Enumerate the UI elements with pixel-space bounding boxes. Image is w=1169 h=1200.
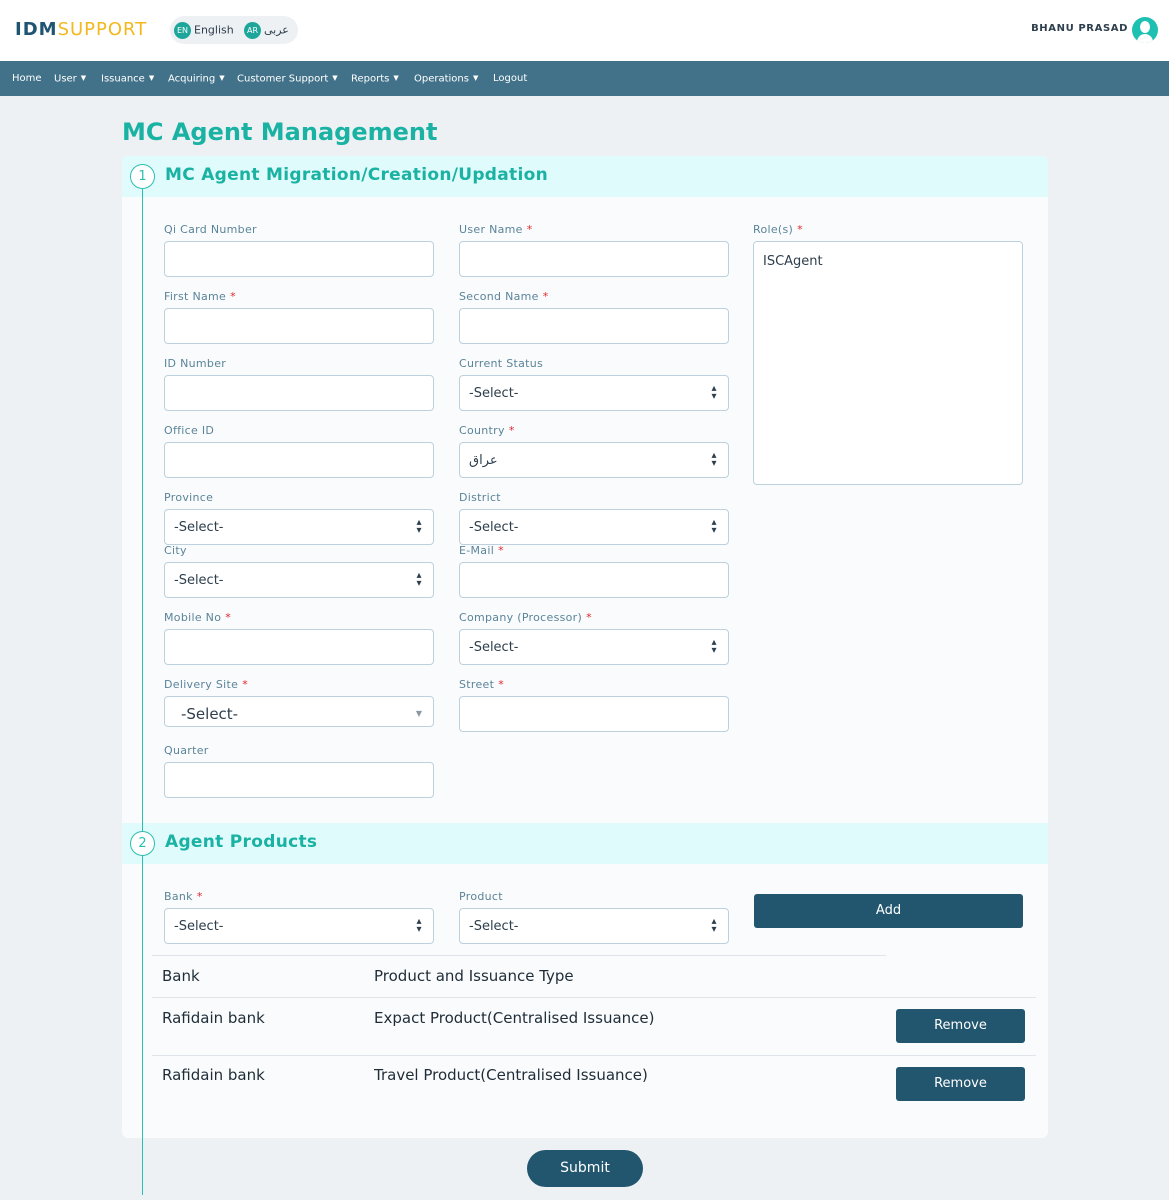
province-select[interactable]: -Select- ▴ ▾	[164, 509, 434, 545]
office-id-label: Office ID	[164, 424, 215, 437]
office-id-input[interactable]	[164, 442, 434, 478]
step-number-2: 2	[130, 831, 155, 856]
first-name-label: First Name *	[164, 290, 236, 303]
nav-issuance[interactable]: Issuance ▼	[101, 72, 154, 86]
qi-card-number-label: Qi Card Number	[164, 223, 257, 236]
nav-acquiring[interactable]: Acquiring ▼	[168, 72, 225, 86]
nav-user[interactable]: User ▼	[54, 72, 86, 86]
province-label: Province	[164, 491, 214, 504]
user-name-input[interactable]	[459, 241, 729, 277]
remove-product-button[interactable]: Remove	[896, 1067, 1025, 1101]
select-arrows-icon: ▴ ▾	[711, 517, 717, 536]
main-navigation: Home User ▼ Issuance ▼ Acquiring ▼ Customer…	[0, 61, 1169, 96]
id-number-label: ID Number	[164, 357, 227, 370]
second-name-label: Second Name *	[459, 290, 549, 303]
remove-product-button[interactable]: Remove	[896, 1009, 1025, 1043]
delivery-site-select[interactable]: -Select- ▼	[164, 696, 434, 727]
first-name-input[interactable]	[164, 308, 434, 344]
table-row-2-bank: Rafidain bank	[162, 1066, 265, 1084]
select-arrows-icon: ▴ ▾	[711, 637, 717, 656]
language-arabic-option[interactable]: AR عربى	[244, 22, 289, 39]
country-label: Country *	[459, 424, 515, 437]
table-row-2-product: Travel Product(Centralised Issuance)	[374, 1066, 648, 1084]
email-field[interactable]	[459, 562, 729, 598]
step-timeline-line	[142, 175, 143, 1195]
district-label: District	[459, 491, 501, 504]
company-processor-select[interactable]: -Select- ▴ ▾	[459, 629, 729, 665]
table-row-1-bank: Rafidain bank	[162, 1009, 265, 1027]
select-arrows-icon: ▴ ▾	[416, 916, 422, 935]
language-switcher: EN English AR عربى	[170, 16, 298, 44]
language-ar-badge: AR	[244, 22, 261, 39]
language-en-label: English	[194, 23, 234, 37]
app-logo[interactable]: IDMSUPPORT	[15, 20, 147, 40]
nav-customer-support[interactable]: Customer Support ▼	[237, 72, 338, 86]
table-row-1-product: Expact Product(Centralised Issuance)	[374, 1009, 655, 1027]
language-english-option[interactable]: EN English	[174, 22, 234, 39]
table-header-bank: Bank	[162, 967, 200, 985]
role-option-iscagent[interactable]: ISCAgent	[763, 254, 823, 269]
mobile-no-label: Mobile No *	[164, 611, 232, 624]
delivery-site-label: Delivery Site *	[164, 678, 248, 691]
step-number-1: 1	[130, 164, 155, 189]
quarter-input[interactable]	[164, 762, 434, 798]
user-avatar-icon[interactable]	[1132, 17, 1158, 43]
select-arrows-icon: ▴ ▾	[416, 570, 422, 589]
product-label: Product	[459, 890, 503, 903]
bank-select[interactable]: -Select- ▴ ▾	[164, 908, 434, 944]
id-number-input[interactable]	[164, 375, 434, 411]
table-header-product: Product and Issuance Type	[374, 967, 574, 985]
chevron-down-icon: ▼	[472, 74, 479, 82]
quarter-label: Quarter	[164, 744, 209, 757]
current-status-select[interactable]: -Select- ▴ ▾	[459, 375, 729, 411]
select-arrows-icon: ▴ ▾	[416, 517, 422, 536]
chevron-down-icon: ▼	[393, 74, 399, 82]
nav-reports[interactable]: Reports ▼	[351, 72, 399, 86]
select-arrows-icon: ▴ ▾	[711, 916, 717, 935]
table-header-divider	[152, 997, 1036, 998]
bank-label: Bank *	[164, 890, 203, 903]
email-label: E-Mail *	[459, 544, 504, 557]
current-status-label: Current Status	[459, 357, 544, 370]
nav-logout[interactable]: Logout	[493, 72, 527, 85]
select-arrows-icon: ▴ ▾	[711, 383, 717, 402]
second-name-input[interactable]	[459, 308, 729, 344]
company-processor-label: Company (Processor) *	[459, 611, 592, 624]
mobile-no-input[interactable]	[164, 629, 434, 665]
user-name[interactable]: BHANU PRASAD	[1031, 23, 1128, 34]
street-label: Street *	[459, 678, 505, 691]
language-en-badge: EN	[174, 22, 191, 39]
add-product-button[interactable]: Add	[754, 894, 1023, 928]
chevron-down-icon: ▼	[148, 74, 155, 82]
select-arrows-icon: ▴ ▾	[711, 450, 717, 469]
chevron-down-icon: ▼	[332, 74, 338, 82]
roles-label: Role(s) *	[753, 223, 803, 236]
city-select[interactable]: -Select- ▴ ▾	[164, 562, 434, 598]
chevron-down-icon: ▼	[219, 74, 225, 82]
roles-multiselect[interactable]: ISCAgent	[753, 241, 1023, 485]
district-select[interactable]: -Select- ▴ ▾	[459, 509, 729, 545]
qi-card-number-input[interactable]	[164, 241, 434, 277]
product-select[interactable]: -Select- ▴ ▾	[459, 908, 729, 944]
top-header: IDMSUPPORT EN English AR عربى BHANU PRASAD	[0, 0, 1169, 61]
nav-operations[interactable]: Operations ▼	[414, 72, 478, 86]
country-select[interactable]: عراق ▴ ▾	[459, 442, 729, 478]
language-ar-label: عربى	[264, 23, 289, 37]
table-top-divider	[152, 955, 886, 956]
page-title: MC Agent Management	[122, 118, 438, 146]
section-title-agent-details: MC Agent Migration/Creation/Updation	[165, 165, 548, 185]
section-title-agent-products: Agent Products	[165, 832, 318, 852]
nav-home[interactable]: Home	[12, 72, 42, 85]
city-label: City	[164, 544, 187, 557]
user-name-label: User Name *	[459, 223, 533, 236]
street-input[interactable]	[459, 696, 729, 732]
chevron-down-icon: ▼	[80, 74, 87, 82]
chevron-down-icon: ▼	[415, 709, 423, 718]
table-row-divider	[152, 1055, 1036, 1056]
submit-button[interactable]: Submit	[527, 1150, 643, 1187]
